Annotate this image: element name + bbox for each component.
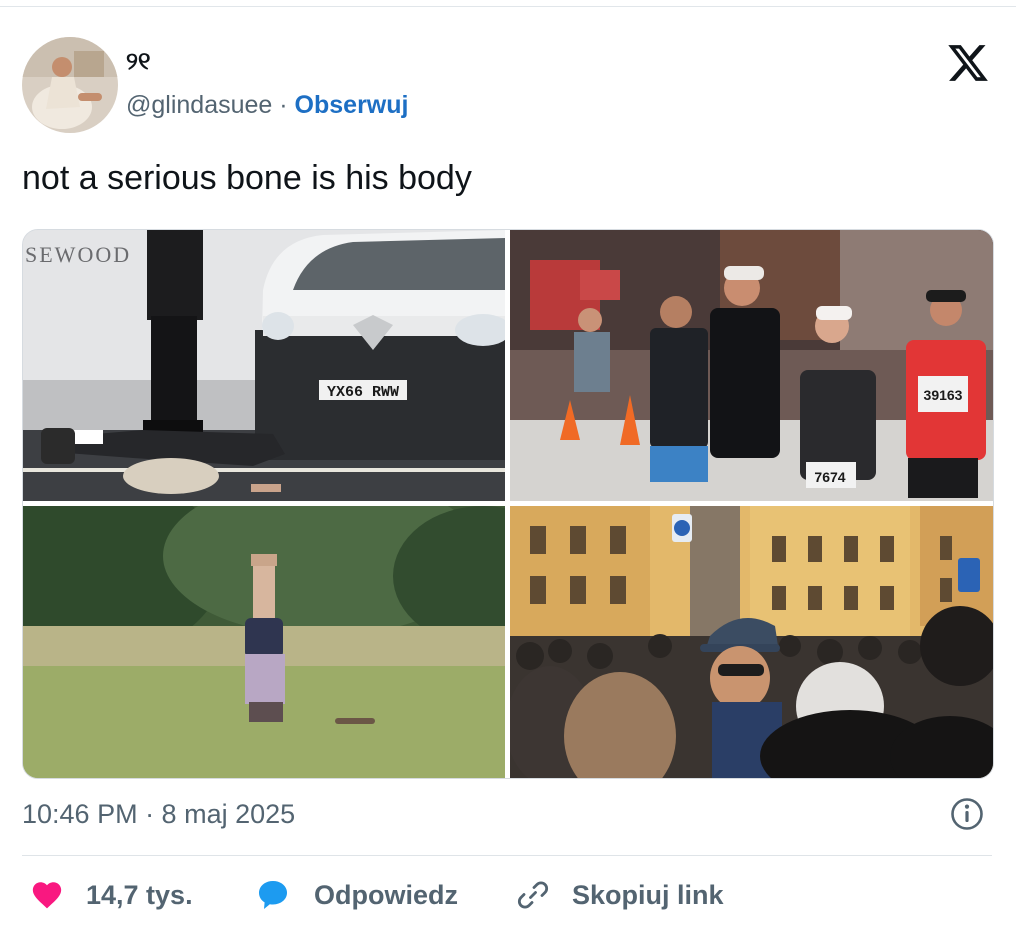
- avatar[interactable]: [22, 37, 118, 133]
- heart-icon: [30, 878, 64, 912]
- timestamp[interactable]: 10:46 PM · 8 maj 2025: [22, 799, 295, 830]
- copy-link-button[interactable]: Skopiuj link: [516, 873, 724, 917]
- photo-headstand-field[interactable]: [23, 506, 505, 778]
- link-icon: [516, 878, 550, 912]
- x-logo-icon[interactable]: [946, 41, 990, 85]
- reply-button[interactable]: Odpowiedz: [256, 873, 458, 917]
- tweet-card: ୨୧ @glindasuee · Obserwuj not a serious …: [0, 6, 1016, 929]
- copy-link-label: Skopiuj link: [572, 879, 724, 910]
- reply-label: Odpowiedz: [314, 879, 458, 910]
- handle-row: @glindasuee · Obserwuj: [126, 91, 408, 120]
- photo-crowd-square[interactable]: [510, 506, 993, 778]
- speech-bubble-icon: [256, 878, 290, 912]
- photo2-bib-2: 7674: [814, 469, 845, 485]
- photo1-plate-text: YX66 RWW: [327, 384, 399, 401]
- photo1-sign-text: SEWOOD: [25, 242, 131, 267]
- photo-street-van[interactable]: SEWOOD YX66 RWW: [23, 230, 505, 501]
- handle[interactable]: @glindasuee: [126, 91, 272, 119]
- media-grid: SEWOOD YX66 RWW 7674 39163: [22, 229, 994, 779]
- display-name[interactable]: ୨୧: [126, 47, 150, 75]
- photo2-bib-1: 39163: [924, 387, 963, 403]
- tweet-text: not a serious bone is his body: [22, 159, 472, 197]
- like-count: 14,7 tys.: [86, 879, 193, 910]
- like-button[interactable]: 14,7 tys.: [30, 873, 193, 917]
- photo-marathon-runners[interactable]: 7674 39163: [510, 230, 993, 501]
- divider: [22, 855, 992, 856]
- action-bar: 14,7 tys. Odpowiedz Skopiuj link: [0, 873, 1016, 917]
- info-icon[interactable]: [950, 797, 984, 831]
- follow-button[interactable]: Obserwuj: [295, 91, 409, 119]
- handle-separator: ·: [272, 91, 295, 119]
